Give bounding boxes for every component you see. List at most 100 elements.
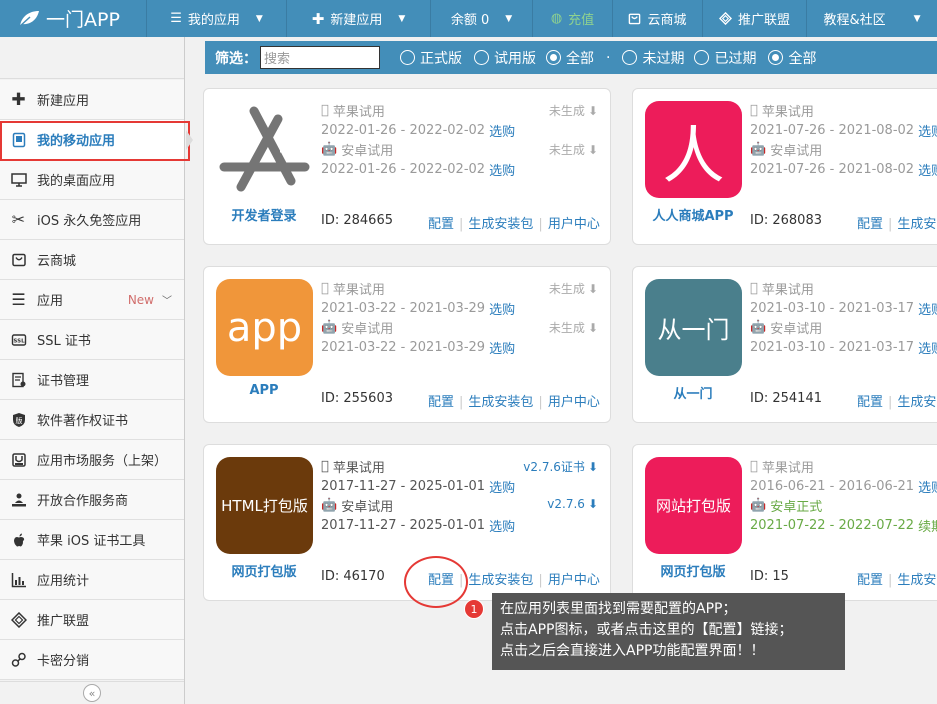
nav-my-apps[interactable]: ☰ 我的应用 ▼ <box>146 0 286 37</box>
market-icon <box>10 451 27 468</box>
ios-row: 苹果试用 <box>321 101 385 120</box>
sidebar-item-ios-cert-tool[interactable]: 苹果 iOS 证书工具 <box>0 520 184 560</box>
radio-all-expiry[interactable]: 全部 <box>768 48 816 68</box>
package-link[interactable]: 生成安 <box>897 573 936 588</box>
app-icon[interactable]: 从一门 <box>645 279 742 376</box>
svg-text:版: 版 <box>15 416 22 425</box>
download-icon[interactable]: ⬇ <box>588 460 598 474</box>
android-buy-link[interactable]: 选购 <box>489 338 515 357</box>
config-link[interactable]: 配置 <box>428 217 454 232</box>
radio-icon <box>400 50 415 65</box>
config-link[interactable]: 配置 <box>857 395 883 410</box>
config-link[interactable]: 配置 <box>857 573 883 588</box>
sidebar-item-market-service[interactable]: 应用市场服务（上架） <box>0 440 184 480</box>
status-text[interactable]: v2.7.6 <box>547 497 585 511</box>
ios-buy-link[interactable]: 选购 <box>918 121 937 140</box>
user-center-link[interactable]: 用户中心 <box>548 217 600 232</box>
ios-buy-link[interactable]: 选购 <box>489 121 515 140</box>
ios-buy-link[interactable]: 选购 <box>918 299 937 318</box>
app-logo[interactable]: 一门APP <box>0 0 146 37</box>
app-icon[interactable] <box>216 101 313 198</box>
app-name[interactable]: 网页打包版 <box>204 561 324 580</box>
app-icon[interactable]: HTML打包版 <box>216 457 313 554</box>
sidebar-item-label: 推广联盟 <box>37 614 90 629</box>
sidebar-item-apps[interactable]: ☰ 应用 New ﹀ <box>0 280 184 320</box>
sidebar-item-label: iOS 永久免签应用 <box>37 214 142 229</box>
diamond-icon <box>10 611 27 628</box>
sidebar-item-partner-services[interactable]: 开放合作服务商 <box>0 480 184 520</box>
card-actions: 配置 | 生成安 <box>857 573 937 588</box>
menu-icon: ☰ <box>11 290 26 309</box>
ios-buy-link[interactable]: 选购 <box>489 477 515 496</box>
radio-trial[interactable]: 试用版 <box>474 48 536 68</box>
nav-tutorial-community[interactable]: 教程&社区 ▼ <box>806 0 937 37</box>
package-link[interactable]: 生成安装包 <box>468 573 533 588</box>
package-link[interactable]: 生成安 <box>897 395 936 410</box>
android-buy-link[interactable]: 选购 <box>918 160 937 179</box>
sidebar-item-card-distribution[interactable]: 卡密分销 <box>0 640 184 680</box>
package-link[interactable]: 生成安装包 <box>468 217 533 232</box>
nav-new-app[interactable]: ✚ 新建应用 ▼ <box>286 0 430 37</box>
sidebar-item-cert-management[interactable]: 证书管理 <box>0 360 184 400</box>
config-link[interactable]: 配置 <box>857 217 883 232</box>
nav-recharge[interactable]: ◍ 充值 <box>532 0 612 37</box>
app-name[interactable]: 从一门 <box>633 383 753 402</box>
android-buy-link[interactable]: 选购 <box>489 516 515 535</box>
android-renew-link[interactable]: 续期 <box>918 516 937 535</box>
sidebar-item-label: 我的桌面应用 <box>37 174 116 189</box>
android-buy-link[interactable]: 选购 <box>489 160 515 179</box>
radio-all-versions[interactable]: 全部 <box>546 48 594 68</box>
nav-label: 充值 <box>568 13 595 28</box>
nav-affiliate[interactable]: 推广联盟 <box>702 0 806 37</box>
app-name[interactable]: 人人商城APP <box>633 205 753 224</box>
sidebar-item-label: 软件著作权证书 <box>37 414 129 429</box>
radio-expired[interactable]: 已过期 <box>694 48 756 68</box>
app-name[interactable]: 开发者登录 <box>204 205 324 224</box>
android-row: 🤖 安卓试用 <box>321 318 393 337</box>
app-icon[interactable]: 网站打包版 <box>645 457 742 554</box>
sidebar-item-ssl-cert[interactable]: SSL SSL 证书 <box>0 320 184 360</box>
status-text: 未生成 <box>548 143 585 157</box>
highlight-box <box>0 121 190 161</box>
android-dates-row: 2021-07-26 - 2021-08-02选购 <box>750 160 937 179</box>
nav-cloud-store[interactable]: 云商城 <box>612 0 702 37</box>
status-text[interactable]: v2.7.6证书 <box>523 458 585 475</box>
new-badge: New <box>127 292 154 307</box>
ios-status: 未生成 ⬇ <box>549 280 598 297</box>
package-link[interactable]: 生成安 <box>897 217 936 232</box>
ios-dates: 2017-11-27 - 2025-01-01 <box>321 479 486 494</box>
app-icon[interactable]: 人 <box>645 101 742 198</box>
sidebar-item-my-desktop-apps[interactable]: 我的桌面应用 <box>0 160 184 200</box>
status-text: 未生成 <box>548 321 585 335</box>
sidebar-item-copyright-cert[interactable]: 版 软件著作权证书 <box>0 400 184 440</box>
nav-balance[interactable]: 余额 0 ▼ <box>430 0 532 37</box>
ios-buy-link[interactable]: 选购 <box>918 477 937 496</box>
sidebar-item-new-app[interactable]: ✚ 新建应用 <box>0 80 184 120</box>
radio-not-expired[interactable]: 未过期 <box>622 48 684 68</box>
sidebar-item-cloud-store[interactable]: 云商城 <box>0 240 184 280</box>
android-row: 🤖 安卓试用 <box>321 496 393 515</box>
user-center-link[interactable]: 用户中心 <box>548 573 600 588</box>
android-dates-row: 2021-03-22 - 2021-03-29 选购 <box>321 338 515 357</box>
download-icon[interactable]: ⬇ <box>588 497 598 511</box>
config-link[interactable]: 配置 <box>428 395 454 410</box>
radio-checked-icon <box>546 50 561 65</box>
app-icon[interactable]: app <box>216 279 313 376</box>
ios-row: 苹果试用 <box>750 101 814 120</box>
user-center-link[interactable]: 用户中心 <box>548 395 600 410</box>
radio-icon <box>694 50 710 65</box>
sidebar-collapse-button[interactable]: « <box>0 681 184 704</box>
sidebar-item-affiliate[interactable]: 推广联盟 <box>0 600 184 640</box>
app-name[interactable]: 网页打包版 <box>633 561 753 580</box>
apple-icon:  <box>321 103 329 118</box>
ios-buy-link[interactable]: 选购 <box>489 299 515 318</box>
search-input[interactable]: 搜索 <box>260 46 380 69</box>
package-link[interactable]: 生成安装包 <box>468 395 533 410</box>
sidebar-item-app-stats[interactable]: 应用统计 <box>0 560 184 600</box>
sidebar-item-label: 开放合作服务商 <box>37 494 129 509</box>
android-buy-link[interactable]: 选购 <box>918 338 937 357</box>
ios-dates-row: 2017-11-27 - 2025-01-01 选购 <box>321 477 515 496</box>
radio-official[interactable]: 正式版 <box>400 48 462 68</box>
app-name[interactable]: APP <box>204 383 324 398</box>
sidebar-item-ios-free-sign[interactable]: ✂ iOS 永久免签应用 <box>0 200 184 240</box>
